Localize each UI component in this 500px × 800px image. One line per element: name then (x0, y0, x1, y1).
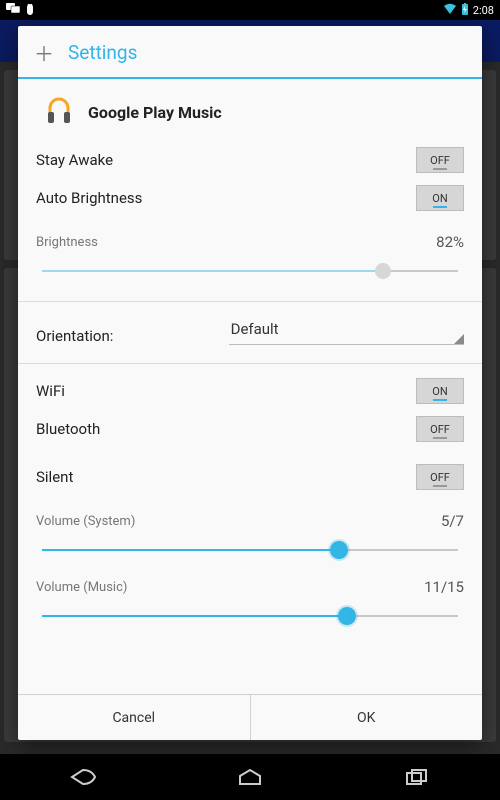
app-row: Google Play Music (36, 89, 464, 141)
brightness-slider-fill (42, 270, 383, 272)
settings-dialog: ＋ Settings Google Play Music Stay Awake … (18, 26, 482, 740)
divider (18, 363, 482, 364)
silent-row: Silent OFF (36, 458, 464, 496)
volume-system-fill (42, 549, 339, 551)
silent-label: Silent (36, 468, 73, 486)
brightness-slider[interactable] (42, 261, 458, 281)
play-music-icon (44, 97, 74, 127)
status-time: 2:08 (473, 4, 494, 17)
bluetooth-toggle[interactable]: OFF (416, 416, 464, 442)
brightness-value: 82% (436, 233, 464, 251)
recents-button[interactable] (399, 759, 435, 795)
volume-system-value: 5/7 (441, 512, 464, 530)
silent-toggle[interactable]: OFF (416, 464, 464, 490)
volume-music-value: 11/15 (424, 578, 464, 596)
android-debug-icon (24, 3, 36, 18)
orientation-spinner[interactable]: Default (229, 316, 464, 345)
bluetooth-label: Bluetooth (36, 420, 100, 438)
auto-brightness-label: Auto Brightness (36, 189, 142, 207)
navigation-bar (0, 754, 500, 800)
auto-brightness-row: Auto Brightness ON (36, 179, 464, 217)
volume-system-thumb[interactable] (330, 541, 348, 559)
notification-chat-icon (6, 3, 20, 18)
stay-awake-row: Stay Awake OFF (36, 141, 464, 179)
brightness-row: Brightness 82% (36, 227, 464, 257)
volume-system-slider[interactable] (42, 540, 458, 560)
wifi-row: WiFi ON (36, 372, 464, 410)
bluetooth-row: Bluetooth OFF (36, 410, 464, 448)
brightness-label: Brightness (36, 235, 98, 250)
volume-music-fill (42, 615, 347, 617)
plus-icon: ＋ (34, 38, 54, 67)
volume-music-row: Volume (Music) 11/15 (36, 572, 464, 602)
auto-brightness-toggle[interactable]: ON (416, 185, 464, 211)
divider (18, 301, 482, 302)
stay-awake-toggle[interactable]: OFF (416, 147, 464, 173)
brightness-slider-thumb[interactable] (375, 263, 391, 279)
ok-button[interactable]: OK (250, 695, 483, 740)
back-button[interactable] (65, 759, 101, 795)
volume-music-slider[interactable] (42, 606, 458, 626)
cancel-button[interactable]: Cancel (18, 695, 250, 740)
battery-icon (461, 3, 469, 18)
dialog-header: ＋ Settings (18, 26, 482, 79)
wifi-icon (443, 3, 457, 18)
volume-music-thumb[interactable] (338, 607, 356, 625)
stay-awake-label: Stay Awake (36, 151, 113, 169)
volume-system-row: Volume (System) 5/7 (36, 506, 464, 536)
home-button[interactable] (232, 759, 268, 795)
volume-system-label: Volume (System) (36, 514, 135, 529)
app-name: Google Play Music (88, 103, 222, 122)
dialog-title: Settings (68, 41, 137, 64)
volume-music-label: Volume (Music) (36, 580, 127, 595)
status-bar: 2:08 (0, 0, 500, 20)
dialog-footer: Cancel OK (18, 694, 482, 740)
orientation-value: Default (231, 320, 279, 338)
wifi-toggle[interactable]: ON (416, 378, 464, 404)
orientation-label: Orientation: (36, 327, 229, 345)
dialog-body: Google Play Music Stay Awake OFF Auto Br… (18, 79, 482, 694)
wifi-label: WiFi (36, 382, 65, 400)
orientation-row: Orientation: Default (36, 310, 464, 355)
